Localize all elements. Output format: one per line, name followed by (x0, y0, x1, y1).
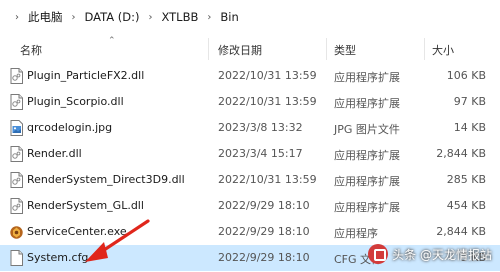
file-date: 2022/9/29 18:10 (218, 199, 310, 212)
chevron-right-icon[interactable]: › (72, 12, 76, 23)
file-date: 2022/10/31 13:59 (218, 95, 317, 108)
file-name: Plugin_ParticleFX2.dll (27, 69, 145, 82)
file-size: 2,844 KB (436, 225, 486, 238)
file-type: 应用程序扩展 (334, 71, 400, 84)
watermark-text: 头条 @天龙情报站 (392, 247, 492, 262)
dll-file-icon (10, 198, 23, 214)
file-row[interactable]: ServiceCenter.exe 2022/9/29 18:10 应用程序 2,84… (0, 219, 500, 245)
exe-app-icon (10, 224, 23, 240)
breadcrumb-item-bin[interactable]: Bin (220, 10, 238, 24)
column-divider[interactable] (326, 38, 327, 60)
breadcrumb-item-drive[interactable]: DATA (D:) (85, 10, 140, 24)
file-name: Render.dll (27, 147, 82, 160)
file-date: 2023/3/8 13:32 (218, 121, 303, 134)
file-size: 14 KB (453, 121, 486, 134)
breadcrumb-item-this-pc[interactable]: 此电脑 (28, 9, 63, 25)
column-divider[interactable] (424, 38, 425, 60)
file-type: 应用程序 (334, 227, 378, 240)
toutiao-logo-icon (368, 244, 389, 264)
file-date: 2022/9/29 18:10 (218, 225, 310, 238)
file-type: 应用程序扩展 (334, 201, 400, 214)
cfg-file-icon (10, 250, 23, 266)
file-size: 2,844 KB (436, 147, 486, 160)
sort-ascending-icon: ⌃ (108, 36, 116, 46)
column-header-date[interactable]: 修改日期 (218, 42, 262, 58)
file-size: 285 KB (446, 173, 486, 186)
chevron-right-icon[interactable]: › (207, 12, 211, 23)
column-divider[interactable] (208, 38, 209, 60)
file-type: 应用程序扩展 (334, 149, 400, 162)
file-name: RenderSystem_GL.dll (27, 199, 144, 212)
dll-file-icon (10, 172, 23, 188)
file-name: qrcodelogin.jpg (27, 121, 113, 134)
image-file-icon (10, 120, 23, 136)
column-header-size[interactable]: 大小 (432, 42, 454, 58)
file-row[interactable]: qrcodelogin.jpg 2023/3/8 13:32 JPG 图片文件 14 … (0, 115, 500, 141)
file-name: RenderSystem_Direct3D9.dll (27, 173, 185, 186)
file-type: 应用程序扩展 (334, 97, 400, 110)
column-header-row: ⌃ 名称 修改日期 类型 大小 (0, 36, 500, 60)
file-date: 2023/3/4 15:17 (218, 147, 303, 160)
dll-file-icon (10, 68, 23, 84)
file-type: JPG 图片文件 (334, 123, 400, 136)
file-size: 106 KB (446, 69, 486, 82)
file-name: ServiceCenter.exe (27, 225, 127, 238)
breadcrumb: › 此电脑 › DATA (D:) › XTLBB › Bin (0, 0, 500, 34)
file-row[interactable]: RenderSystem_Direct3D9.dll 2022/10/31 13:… (0, 167, 500, 193)
file-name: System.cfg (27, 251, 89, 264)
column-header-type[interactable]: 类型 (334, 42, 356, 58)
dll-file-icon (10, 94, 23, 110)
file-date: 2022/10/31 13:59 (218, 173, 317, 186)
file-date: 2022/9/29 18:10 (218, 251, 310, 264)
column-header-name[interactable]: 名称 (20, 42, 42, 58)
file-size: 454 KB (446, 199, 486, 212)
dll-file-icon (10, 146, 23, 162)
file-type: 应用程序扩展 (334, 175, 400, 188)
chevron-right-icon[interactable]: › (148, 12, 152, 23)
file-date: 2022/10/31 13:59 (218, 69, 317, 82)
file-row[interactable]: Render.dll 2023/3/4 15:17 应用程序扩展 2,844 KB (0, 141, 500, 167)
chevron-right-icon[interactable]: › (15, 12, 19, 23)
file-row[interactable]: Plugin_Scorpio.dll 2022/10/31 13:59 应用程序扩展… (0, 89, 500, 115)
watermark: 头条 @天龙情报站 (368, 244, 492, 264)
file-row[interactable]: RenderSystem_GL.dll 2022/9/29 18:10 应用程序扩展… (0, 193, 500, 219)
file-name: Plugin_Scorpio.dll (27, 95, 124, 108)
file-row[interactable]: Plugin_ParticleFX2.dll 2022/10/31 13:59 应用… (0, 63, 500, 89)
breadcrumb-item-xtlbb[interactable]: XTLBB (161, 10, 198, 24)
file-size: 97 KB (453, 95, 486, 108)
